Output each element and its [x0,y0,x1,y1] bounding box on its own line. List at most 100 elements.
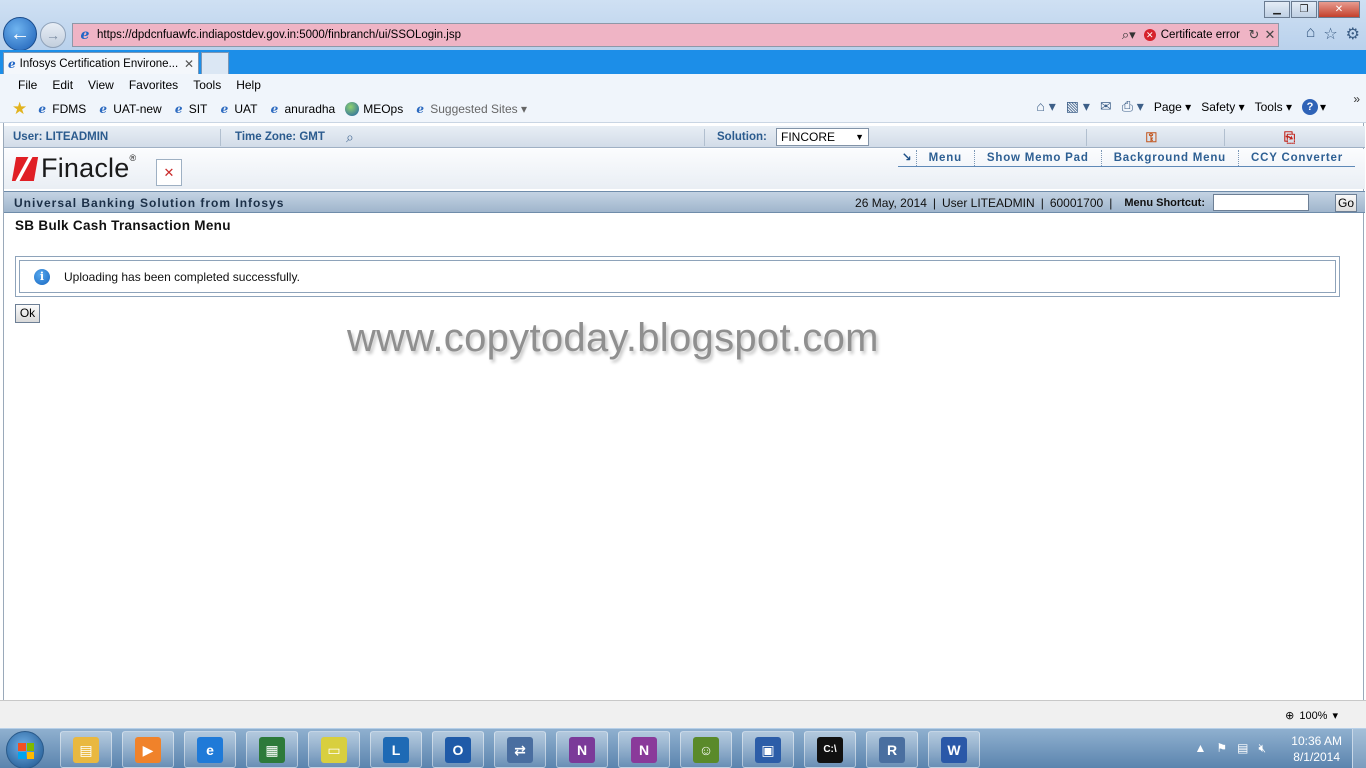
flag-icon[interactable]: ⚑ [1216,741,1227,756]
taskbar-app-outlook[interactable]: O [432,731,484,768]
key-icon[interactable]: ⚿ [1146,126,1157,148]
clock-date: 8/1/2014 [1293,750,1340,764]
arrow-down-right-icon[interactable]: ↘ [898,150,916,166]
favorite-uat[interactable]: e UAT [217,102,258,116]
ie-page-icon: e [80,27,90,43]
start-button[interactable] [6,731,44,768]
refresh-icon[interactable]: ↻ [1246,27,1262,43]
top-menu-ccy-converter[interactable]: CCY Converter [1238,149,1355,166]
zoom-control[interactable]: ⊕ 100% ▾ [1285,709,1338,723]
taskbar-app-sticky-notes[interactable]: ▭ [308,731,360,768]
top-menu-background[interactable]: Background Menu [1100,149,1238,166]
tab-close-icon[interactable]: ✕ [184,57,198,71]
taskbar-app-command-prompt[interactable]: C:\ [804,731,856,768]
favorite-anuradha[interactable]: e anuradha [268,102,336,116]
banner-details: 26 May, 2014 | User LITEADMIN | 60001700… [855,196,1205,210]
browser-menu-bar: File Edit View Favorites Tools Help [0,74,1366,95]
ie-page-icon: e [174,101,183,116]
network-icon[interactable]: ▤ [1237,741,1248,756]
taskbar-app-onenote[interactable]: N [556,731,608,768]
safety-menu[interactable]: Safety ▾ [1201,100,1244,114]
taskbar-app-frog-app[interactable]: ☺ [680,731,732,768]
menu-help[interactable]: Help [236,78,261,92]
tray-expand-icon[interactable]: ▲ [1194,741,1206,756]
globe-icon [345,101,360,116]
taskbar-app-system-monitor[interactable]: ▦ [246,731,298,768]
favorites-star-icon[interactable]: ★ [12,99,27,119]
favorite-fdms[interactable]: e FDMS [35,102,86,116]
menu-file[interactable]: File [18,78,37,92]
rss-icon[interactable]: ▧ ▾ [1066,98,1090,115]
app-header: Finacle® ✕ ↘ Menu Show Memo Pad Backgrou… [4,149,1365,189]
search-icon[interactable]: ⌕ [346,126,354,148]
clock[interactable]: 10:36 AM 8/1/2014 [1291,733,1342,765]
taskbar-app-word[interactable]: W [928,731,980,768]
menu-edit[interactable]: Edit [52,78,73,92]
favorite-uat-new[interactable]: e UAT-new [96,102,161,116]
divider [704,129,705,146]
favorites-star-icon[interactable]: ☆ [1323,24,1337,44]
ie-page-icon: e [38,101,47,116]
taskbar: ▤ ▶ e ▦ ▭ L O ⇄ N N ☺ ▣ C:\ R W ▲ ⚑ ▤ 🔇︎ 10:36 AM 8/1/… [0,728,1366,768]
taskbar-app-explorer[interactable]: ▤ [60,731,112,768]
help-menu[interactable]: ? ▾ [1301,98,1326,115]
browser-titlebar: ← → e https://dpdcnfuawfc.indiapostdev.g… [0,0,1366,51]
solution-select[interactable]: FINCORE ▼ [776,128,869,146]
certificate-error-button[interactable]: ✕ Certificate error [1143,29,1240,41]
message-text: Uploading has been completed successfull… [64,269,300,284]
banner-user: User LITEADMIN [942,196,1035,210]
volume-muted-icon[interactable]: 🔇︎ [1258,741,1266,756]
new-tab-button[interactable] [201,52,229,74]
message-inner: i Uploading has been completed successfu… [19,260,1336,293]
favorite-sit[interactable]: e SIT [172,102,208,116]
minimize-button[interactable]: ▁ [1264,1,1290,18]
taskbar-app-network-tool[interactable]: ⇄ [494,731,546,768]
chevron-down-icon: ▼ [855,132,864,142]
show-desktop-button[interactable] [1352,729,1366,768]
tab-active[interactable]: e Infosys Certification Environe... ✕ [3,52,199,74]
address-bar[interactable]: e https://dpdcnfuawfc.indiapostdev.gov.i… [72,23,1279,47]
tools-menu[interactable]: Tools ▾ [1255,100,1292,114]
mail-icon[interactable]: ✉ [1100,98,1112,115]
outlook-icon: O [445,736,471,763]
back-button[interactable]: ← [3,17,37,51]
top-menu-menu[interactable]: Menu [915,149,974,166]
stop-icon[interactable]: ✕ [1262,27,1278,43]
menu-view[interactable]: View [88,78,114,92]
menu-tools[interactable]: Tools [193,78,221,92]
restore-button[interactable]: ❐ [1291,1,1317,18]
menu-favorites[interactable]: Favorites [129,78,178,92]
search-dropdown-icon[interactable]: ⌕▾ [1114,27,1144,43]
taskbar-app-internet-explorer[interactable]: e [184,731,236,768]
divider [220,129,221,146]
clock-time: 10:36 AM [1291,734,1342,748]
taskbar-app-r-app[interactable]: R [866,731,918,768]
gear-icon[interactable]: ⚙ [1346,24,1360,44]
home-icon[interactable]: ⌂ [1306,24,1316,44]
close-icon[interactable]: ✕ [156,159,182,186]
taskbar-app-lync[interactable]: L [370,731,422,768]
go-button[interactable]: Go [1335,194,1357,212]
print-icon[interactable]: ⎙ ▾ [1122,98,1144,115]
certificate-error-label: Certificate error [1160,29,1240,41]
forward-button[interactable]: → [40,22,66,48]
arrow-right-icon: → [46,27,60,43]
logout-icon[interactable]: ⎘ [1284,126,1295,148]
taskbar-app-media-player[interactable]: ▶ [122,731,174,768]
page-menu[interactable]: Page ▾ [1154,100,1191,114]
favorite-meops[interactable]: MEOps [345,101,403,116]
watermark: www.copytoday.blogspot.com [347,316,879,360]
zoom-level: 100% [1299,709,1328,722]
session-timezone: Time Zone: GMT [235,131,325,143]
address-url[interactable]: https://dpdcnfuawfc.indiapostdev.gov.in:… [97,29,1114,41]
internet-explorer-icon: e [197,736,223,763]
taskbar-app-remote-desktop[interactable]: ▣ [742,731,794,768]
chevron-more-icon[interactable]: » [1353,92,1360,106]
top-menu-memo-pad[interactable]: Show Memo Pad [973,149,1101,166]
menu-shortcut-input[interactable] [1213,194,1309,211]
taskbar-app-onenote-clipper[interactable]: N [618,731,670,768]
favorite-suggested-sites[interactable]: e Suggested Sites ▾ [413,102,527,116]
ok-button[interactable]: Ok [15,304,40,323]
close-window-button[interactable]: ✕ [1318,1,1360,18]
home-icon[interactable]: ⌂ ▾ [1036,98,1055,115]
